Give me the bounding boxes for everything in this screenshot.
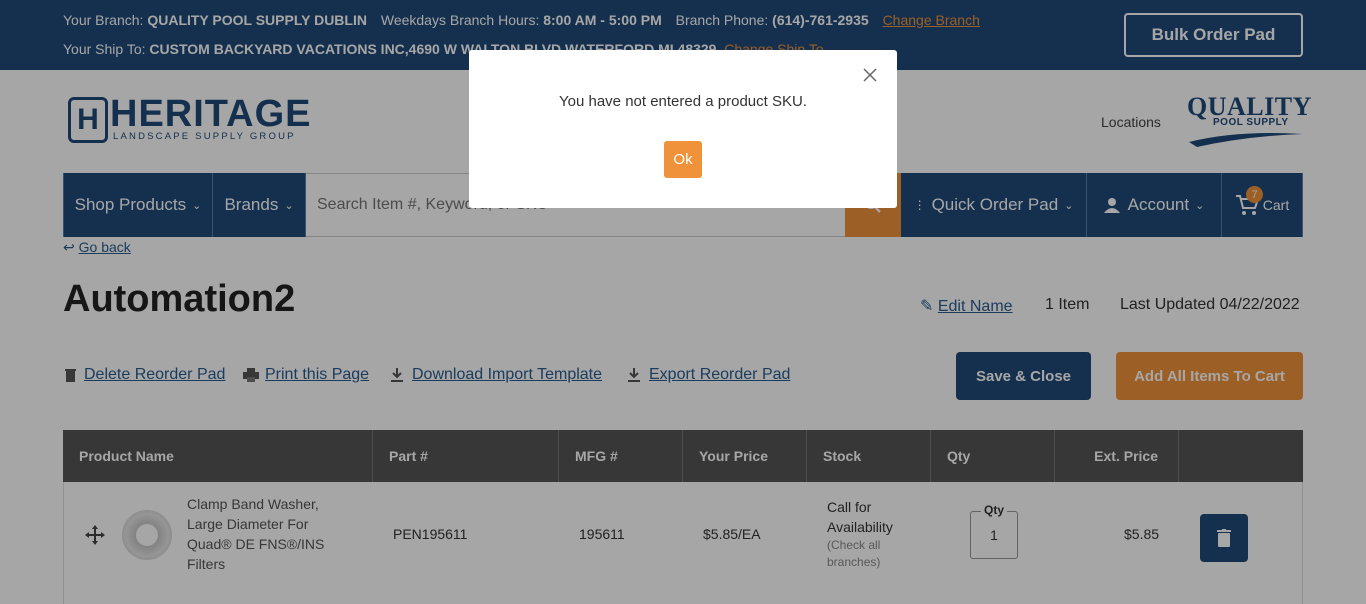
dialog-message: You have not entered a product SKU. xyxy=(559,93,807,110)
alert-dialog: You have not entered a product SKU. Ok xyxy=(469,50,897,208)
close-icon[interactable] xyxy=(862,67,878,83)
ok-button[interactable]: Ok xyxy=(664,141,702,178)
